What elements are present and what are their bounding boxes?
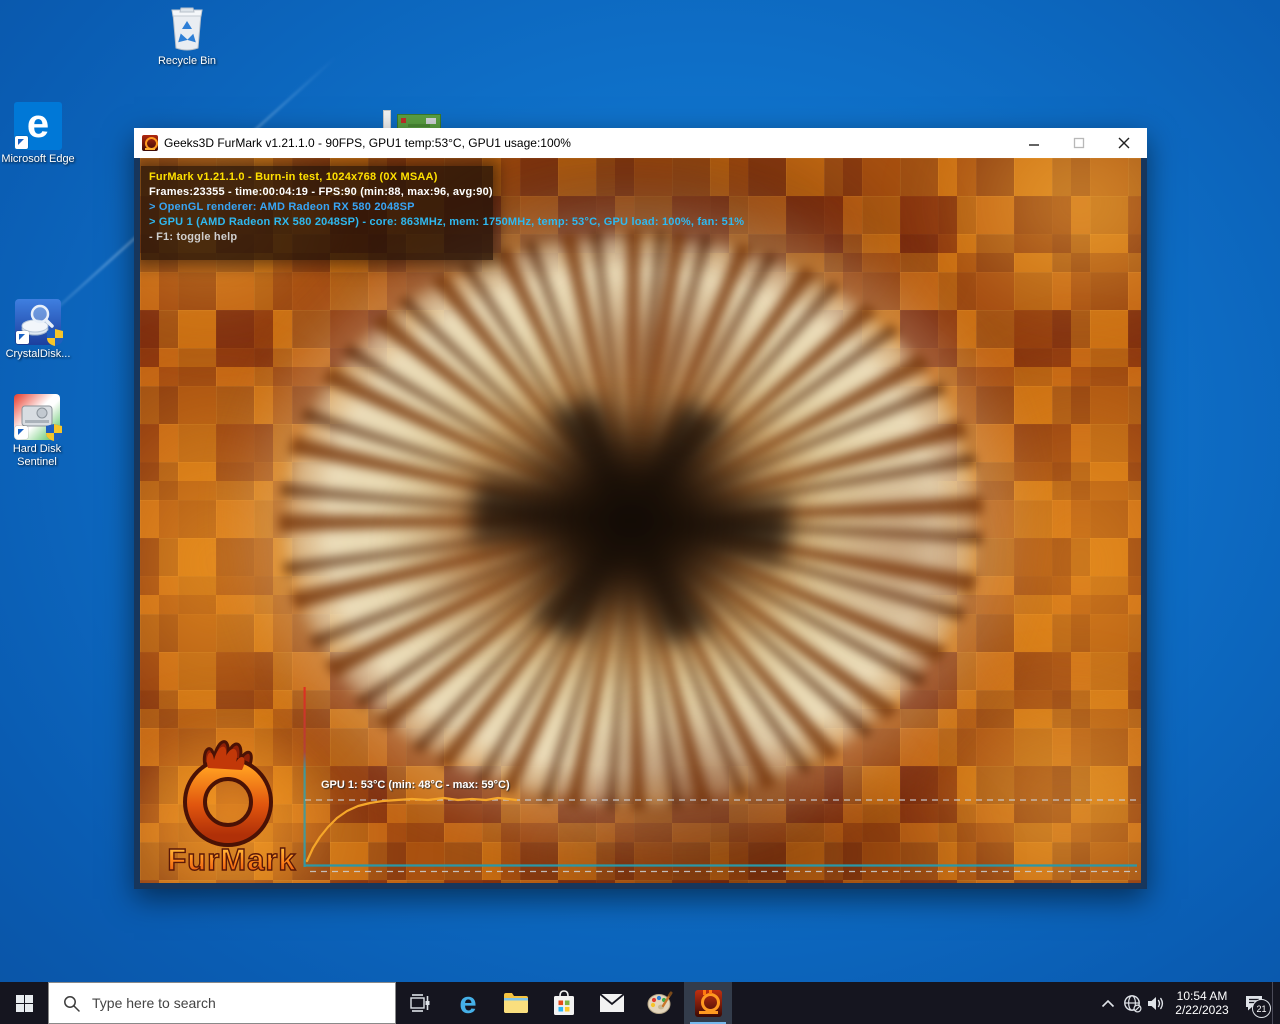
file-explorer-icon	[503, 992, 529, 1014]
edge-icon: e	[14, 102, 62, 150]
osd-line-gpu: > GPU 1 (AMD Radeon RX 580 2048SP) - cor…	[149, 216, 744, 228]
desktop-icon-label: CrystalDisk...	[0, 348, 76, 361]
show-hidden-icons-button[interactable]	[1096, 982, 1120, 1024]
gpu-temp-label: GPU 1: 53°C (min: 48°C - max: 59°C)	[321, 779, 510, 791]
clock-time: 10:54 AM	[1170, 989, 1234, 1003]
shortcut-arrow-icon	[15, 136, 28, 149]
desktop-icon-label: Hard Disk Sentinel	[0, 443, 75, 469]
taskbar-app-file-explorer[interactable]	[492, 982, 540, 1024]
desktop-icon-label: Recycle Bin	[149, 55, 225, 68]
search-icon	[63, 995, 80, 1012]
globe-no-internet-icon	[1123, 994, 1142, 1013]
network-status-icon[interactable]	[1120, 982, 1144, 1024]
edge-icon: e	[459, 988, 476, 1018]
osd-line-help: - F1: toggle help	[149, 231, 237, 243]
furmark-logo-text: FurMark	[167, 842, 296, 877]
close-button[interactable]	[1101, 128, 1146, 158]
paint-icon	[647, 990, 673, 1016]
system-tray: 10:54 AM 2/22/2023 21	[1096, 982, 1280, 1024]
notification-count-badge: 21	[1252, 999, 1271, 1018]
furmark-logo: FurMark	[146, 734, 318, 882]
maximize-button[interactable]	[1056, 128, 1101, 158]
osd-line-renderer: > OpenGL renderer: AMD Radeon RX 580 204…	[149, 201, 415, 213]
desktop-icon-hard-disk-sentinel[interactable]: Hard Disk Sentinel	[0, 394, 75, 469]
osd-line-frames: Frames:23355 - time:00:04:19 - FPS:90 (m…	[149, 186, 493, 198]
taskbar-app-paint[interactable]	[636, 982, 684, 1024]
taskbar-app-microsoft-store[interactable]	[540, 982, 588, 1024]
shortcut-arrow-icon	[16, 331, 29, 344]
taskbar-search[interactable]	[48, 982, 396, 1024]
clock-date: 2/22/2023	[1170, 1003, 1234, 1017]
task-view-button[interactable]	[396, 982, 444, 1024]
windows-logo-icon	[16, 995, 33, 1012]
desktop-icon-recycle-bin[interactable]: Recycle Bin	[149, 6, 225, 68]
recycle-bin-icon	[165, 6, 209, 52]
uac-shield-icon	[46, 424, 62, 441]
action-center-button[interactable]: 21	[1236, 982, 1272, 1024]
crystaldiskinfo-icon	[15, 299, 61, 345]
show-desktop-button[interactable]	[1272, 982, 1280, 1024]
desktop-icon-crystaldiskinfo[interactable]: CrystalDisk...	[0, 299, 76, 361]
task-view-icon	[410, 994, 430, 1012]
taskbar-app-furmark[interactable]	[684, 982, 732, 1024]
desktop-icon-microsoft-edge[interactable]: e Microsoft Edge	[0, 102, 76, 166]
osd-line-title: FurMark v1.21.1.0 - Burn-in test, 1024x7…	[149, 171, 438, 183]
search-input[interactable]	[90, 994, 364, 1012]
window-title: Geeks3D FurMark v1.21.1.0 - 90FPS, GPU1 …	[164, 136, 571, 150]
start-button[interactable]	[0, 982, 48, 1024]
flame-ring-icon	[195, 742, 261, 835]
microsoft-store-icon	[552, 990, 576, 1016]
chevron-up-icon	[1101, 999, 1115, 1008]
taskbar-app-edge[interactable]: e	[444, 982, 492, 1024]
desktop-icon-label: Microsoft Edge	[0, 153, 76, 166]
furmark-icon	[695, 990, 722, 1017]
taskbar-clock[interactable]: 10:54 AM 2/22/2023	[1170, 989, 1234, 1017]
window-titlebar[interactable]: Geeks3D FurMark v1.21.1.0 - 90FPS, GPU1 …	[134, 128, 1147, 158]
furmark-render-viewport: GPU 1: 53°C (min: 48°C - max: 59°C) FurM…	[140, 158, 1141, 883]
gpu-temp-curve	[307, 798, 516, 861]
taskbar: e	[0, 982, 1280, 1024]
taskbar-app-mail[interactable]	[588, 982, 636, 1024]
hard-disk-sentinel-icon	[14, 394, 60, 440]
furmark-window-icon	[142, 135, 158, 151]
mail-icon	[599, 993, 625, 1013]
minimize-button[interactable]	[1011, 128, 1056, 158]
shortcut-arrow-icon	[15, 426, 28, 439]
uac-shield-icon	[47, 329, 63, 346]
speaker-icon	[1147, 995, 1166, 1012]
furmark-window: Geeks3D FurMark v1.21.1.0 - 90FPS, GPU1 …	[134, 128, 1147, 889]
volume-icon[interactable]	[1144, 982, 1168, 1024]
desktop-icon-partial[interactable]	[381, 108, 439, 128]
